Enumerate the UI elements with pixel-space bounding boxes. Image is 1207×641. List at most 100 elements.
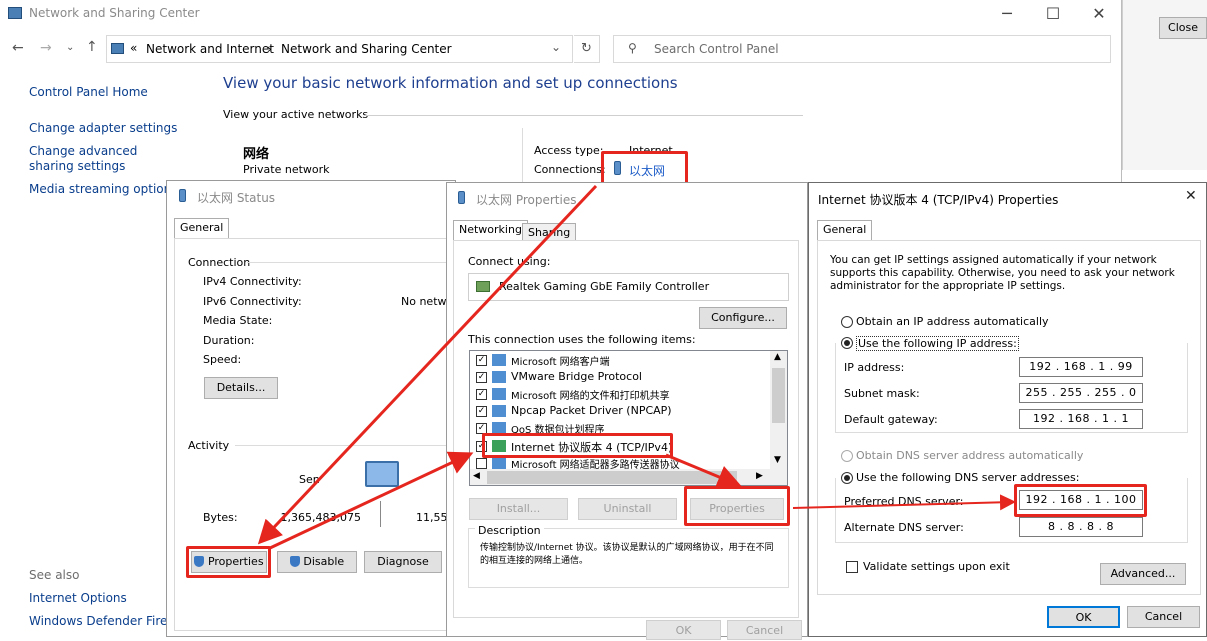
app-icon xyxy=(8,7,22,19)
bytes-sent-value: 1,365,483,075 xyxy=(280,511,361,524)
item-checkbox[interactable]: ✓ xyxy=(476,389,487,400)
status-properties-button[interactable]: Properties xyxy=(191,551,267,573)
network-name: 网络 xyxy=(243,147,270,162)
activity-separator xyxy=(380,501,381,527)
connection-divider xyxy=(247,262,447,263)
items-label: This connection uses the following items… xyxy=(468,333,696,346)
item-checkbox[interactable]: ✓ xyxy=(476,372,487,383)
address-bar[interactable]: « Network and Internet › Network and Sha… xyxy=(106,35,573,63)
details-button[interactable]: Details... xyxy=(204,377,278,399)
behind-close-button[interactable]: Close xyxy=(1159,17,1207,39)
preferred-dns-label: Preferred DNS server: xyxy=(844,495,964,508)
breadcrumb-separator-icon: › xyxy=(267,42,272,56)
sidebar-item-advanced-sharing[interactable]: Change advanced sharing settings xyxy=(29,144,169,174)
item-checkbox[interactable]: ✓ xyxy=(476,355,487,366)
close-button[interactable]: ✕ xyxy=(1076,0,1122,30)
see-also-internet-options[interactable]: Internet Options xyxy=(29,591,127,605)
scroll-thumb[interactable] xyxy=(772,368,785,423)
item-icon xyxy=(492,388,506,400)
scroll-hthumb[interactable] xyxy=(487,471,737,484)
connections-label: Connections: xyxy=(534,163,606,176)
speed-label: Speed: xyxy=(203,353,242,366)
maximize-button[interactable]: ☐ xyxy=(1030,0,1076,30)
adapter-box: Realtek Gaming GbE Family Controller xyxy=(468,273,789,301)
sidebar-item-media-streaming[interactable]: Media streaming options xyxy=(29,182,177,196)
address-dropdown-icon[interactable]: ⌄ xyxy=(551,40,561,54)
recent-chevron-icon[interactable]: ⌄ xyxy=(66,42,74,53)
preferred-dns-field[interactable]: 192 . 168 . 1 . 100 xyxy=(1019,490,1143,510)
item-icon xyxy=(492,354,506,366)
uninstall-button[interactable]: Uninstall xyxy=(578,498,677,520)
duration-label: Duration: xyxy=(203,334,255,347)
sidebar-home-link[interactable]: Control Panel Home xyxy=(29,85,148,99)
items-list[interactable]: ✓ Microsoft 网络客户端 ✓ VMware Bridge Protoc… xyxy=(469,350,788,486)
connection-heading: Connection xyxy=(188,256,251,269)
install-button[interactable]: Install... xyxy=(469,498,568,520)
scroll-down-icon[interactable]: ▼ xyxy=(774,455,781,465)
obtain-ip-auto-label: Obtain an IP address automatically xyxy=(856,315,1049,328)
scroll-left-icon[interactable]: ◀ xyxy=(473,471,480,481)
items-vertical-scrollbar[interactable]: ▲ ▼ xyxy=(770,351,787,469)
tab-sharing[interactable]: Sharing xyxy=(522,223,577,241)
scroll-right-icon[interactable]: ▶ xyxy=(756,471,763,481)
diagnose-button[interactable]: Diagnose xyxy=(364,551,442,573)
item-icon xyxy=(492,457,506,469)
forward-arrow-icon[interactable]: → xyxy=(40,40,52,56)
page-heading: View your basic network information and … xyxy=(223,74,678,92)
obtain-dns-auto-radio[interactable] xyxy=(841,450,853,462)
item-properties-button[interactable]: Properties xyxy=(690,498,784,520)
network-activity-icon xyxy=(365,461,399,487)
default-gateway-field[interactable]: 192 . 168 . 1 . 1 xyxy=(1019,409,1143,429)
tab-ipv4-general[interactable]: General xyxy=(817,220,873,241)
obtain-dns-auto-label: Obtain DNS server address automatically xyxy=(856,449,1084,462)
ip-address-field[interactable]: 192 . 168 . 1 . 99 xyxy=(1019,357,1143,377)
item-label: VMware Bridge Protocol xyxy=(511,370,642,383)
scroll-up-icon[interactable]: ▲ xyxy=(774,352,781,362)
advanced-button[interactable]: Advanced... xyxy=(1100,563,1186,585)
ipv4-connectivity-label: IPv4 Connectivity: xyxy=(203,275,302,288)
ipv4-intro-text: You can get IP settings assigned automat… xyxy=(830,254,1175,292)
ipv4-dialog-title: Internet 协议版本 4 (TCP/IPv4) Properties xyxy=(818,193,1059,207)
adapter-name: Realtek Gaming GbE Family Controller xyxy=(499,280,710,293)
see-also-firewall[interactable]: Windows Defender Firewall xyxy=(29,614,166,628)
ipv4-cancel-button[interactable]: Cancel xyxy=(1127,606,1200,628)
ipv4-item-highlight xyxy=(482,433,673,458)
props-dialog-title: 以太网 Properties xyxy=(476,193,577,207)
alternate-dns-field[interactable]: 8 . 8 . 8 . 8 xyxy=(1019,517,1143,537)
status-properties-label: Properties xyxy=(207,555,264,568)
search-box[interactable]: ⚲ Search Control Panel xyxy=(613,35,1111,63)
ipv4-ok-button[interactable]: OK xyxy=(1047,606,1120,628)
up-arrow-icon[interactable]: ↑ xyxy=(86,39,98,55)
configure-button[interactable]: Configure... xyxy=(699,307,787,329)
access-type-label: Access type: xyxy=(534,144,604,157)
item-checkbox[interactable] xyxy=(476,458,487,469)
status-dialog-title: 以太网 Status xyxy=(197,191,276,205)
breadcrumb-network-internet[interactable]: Network and Internet xyxy=(146,42,274,56)
props-cancel-button[interactable]: Cancel xyxy=(727,620,802,640)
ipv4-close-button[interactable]: ✕ xyxy=(1185,188,1197,204)
connection-link[interactable]: 以太网 xyxy=(629,162,665,179)
props-ok-button[interactable]: OK xyxy=(646,620,721,640)
back-arrow-icon[interactable]: ← xyxy=(12,40,24,56)
ipv4-general-panel: You can get IP settings assigned automat… xyxy=(817,240,1201,595)
tab-networking[interactable]: Networking xyxy=(453,220,528,241)
minimize-button[interactable]: ─ xyxy=(984,0,1030,30)
items-horizontal-scrollbar[interactable]: ◀ ▶ xyxy=(470,469,787,485)
validate-checkbox[interactable] xyxy=(846,561,858,573)
window-title: Network and Sharing Center xyxy=(29,6,200,20)
breadcrumb-sharing-center[interactable]: Network and Sharing Center xyxy=(281,42,452,56)
subnet-mask-label: Subnet mask: xyxy=(844,387,920,400)
refresh-button[interactable]: ↻ xyxy=(574,35,600,63)
network-vertical-divider xyxy=(522,128,523,183)
sidebar-item-adapter[interactable]: Change adapter settings xyxy=(29,121,177,135)
search-input[interactable]: Search Control Panel xyxy=(654,42,779,56)
tab-general[interactable]: General xyxy=(174,218,230,239)
subnet-mask-field[interactable]: 255 . 255 . 255 . 0 xyxy=(1019,383,1143,403)
item-label: Microsoft 网络的文件和打印机共享 xyxy=(511,391,670,402)
refresh-icon: ↻ xyxy=(581,41,592,56)
item-checkbox[interactable]: ✓ xyxy=(476,406,487,417)
disable-button[interactable]: Disable xyxy=(277,551,357,573)
networking-panel: Connect using: Realtek Gaming GbE Family… xyxy=(453,240,799,618)
obtain-ip-auto-radio[interactable] xyxy=(841,316,853,328)
sent-label: Sen xyxy=(299,473,320,486)
